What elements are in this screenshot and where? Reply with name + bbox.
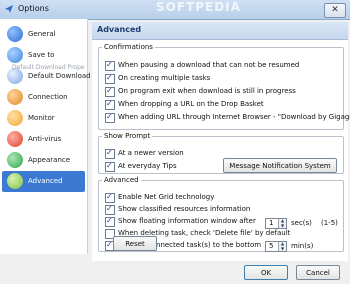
show-prompt-legend: Show Prompt xyxy=(104,132,151,140)
checkbox[interactable] xyxy=(105,112,115,123)
title-bar: Options SOFTPEDIA ✕ xyxy=(0,0,350,20)
sidebar: General Save to Default Download Pr Defa… xyxy=(0,19,100,254)
folder-icon xyxy=(7,47,23,63)
message-notification-button[interactable]: Message Notification System xyxy=(223,158,337,173)
connection-icon xyxy=(7,89,23,105)
sidebar-item-advanced[interactable]: Advanced xyxy=(2,171,85,192)
appearance-icon xyxy=(7,152,23,168)
sidebar-item-save-to[interactable]: Save to xyxy=(2,45,85,66)
close-button[interactable]: ✕ xyxy=(324,3,346,18)
checkbox-label: When pausing a download that can not be … xyxy=(118,61,300,69)
checkbox-label: Enable Net Grid technology xyxy=(118,193,215,201)
options-window: Options SOFTPEDIA ✕ General Save to Defa… xyxy=(0,0,350,284)
checkbox[interactable] xyxy=(105,161,115,172)
sidebar-tooltip: Default Download Prope xyxy=(12,64,85,71)
stepper-value: 5 xyxy=(269,242,274,250)
sidebar-item-label: Default Download Pr xyxy=(28,72,100,80)
ok-button[interactable]: OK xyxy=(244,265,288,280)
sidebar-item-general[interactable]: General xyxy=(2,24,85,45)
float-seconds-stepper[interactable]: 1 ▲ ▼ xyxy=(265,218,287,229)
sidebar-item-label: Anti-virus xyxy=(28,135,62,143)
antivirus-icon xyxy=(7,131,23,147)
app-icon xyxy=(5,5,13,13)
checkbox[interactable] xyxy=(105,204,115,215)
checkbox-label: When dropping a URL on the Drop Basket xyxy=(118,100,264,108)
advanced-icon xyxy=(7,173,23,189)
checkbox-label: At a newer version xyxy=(118,149,184,157)
sidebar-item-label: Connection xyxy=(28,93,68,101)
sidebar-item-label: Appearance xyxy=(28,156,71,164)
watermark: SOFTPEDIA xyxy=(156,0,241,14)
confirmations-legend: Confirmations xyxy=(104,43,153,51)
stepper-arrows-icon[interactable]: ▲ ▼ xyxy=(278,218,286,228)
float-range-label: (1-5) xyxy=(321,219,338,227)
checkbox-label: At everyday Tips xyxy=(118,162,177,170)
sidebar-item-label: Save to xyxy=(28,51,55,59)
reset-button[interactable]: Reset xyxy=(113,236,157,251)
monitor-icon xyxy=(7,110,23,126)
stepper-arrows-icon[interactable]: ▲ ▼ xyxy=(278,241,286,251)
checkbox[interactable] xyxy=(105,60,115,71)
sidebar-item-label: Advanced xyxy=(28,177,63,185)
checkbox-label: When adding URL through Internet Browser… xyxy=(118,113,350,121)
checkbox[interactable] xyxy=(105,73,115,84)
checkbox-label: Show floating information window after xyxy=(118,217,256,225)
sidebar-item-monitor[interactable]: Monitor xyxy=(2,108,85,129)
sidebar-item-appearance[interactable]: Appearance xyxy=(2,150,85,171)
stepper-value: 1 xyxy=(269,219,274,227)
checkbox[interactable] xyxy=(105,192,115,203)
window-title: Options xyxy=(18,4,49,13)
sidebar-item-default-download[interactable]: Default Download Pr Default Download Pro… xyxy=(2,64,100,87)
show-prompt-group: Show Prompt At a newer version At everyd… xyxy=(98,132,344,174)
cancel-button[interactable]: Cancel xyxy=(296,265,340,280)
advanced-panel: Advanced Confirmations When pausing a do… xyxy=(92,22,350,261)
checkbox[interactable] xyxy=(105,86,115,97)
move-unit-label: min(s) xyxy=(291,242,314,250)
move-minutes-stepper[interactable]: 5 ▲ ▼ xyxy=(265,241,287,252)
checkbox-label: On creating multiple tasks xyxy=(118,74,211,82)
confirmations-group: Confirmations When pausing a download th… xyxy=(98,43,350,130)
advanced-legend: Advanced xyxy=(104,176,139,184)
sidebar-item-connection[interactable]: Connection xyxy=(2,87,85,108)
checkbox[interactable] xyxy=(105,216,115,227)
checkbox-label: Show classified resources information xyxy=(118,205,251,213)
checkbox-label: On program exit when download is still i… xyxy=(118,87,296,95)
globe-icon xyxy=(7,26,23,42)
panel-header: Advanced xyxy=(92,22,348,40)
panel-title: Advanced xyxy=(97,25,142,34)
sidebar-item-anti-virus[interactable]: Anti-virus xyxy=(2,129,85,150)
sidebar-item-label: General xyxy=(28,30,56,38)
dialog-footer: OK Cancel xyxy=(87,261,350,284)
checkbox[interactable] xyxy=(105,99,115,110)
sidebar-item-label: Monitor xyxy=(28,114,55,122)
float-unit-label: sec(s) xyxy=(291,219,312,227)
checkbox[interactable] xyxy=(105,148,115,159)
